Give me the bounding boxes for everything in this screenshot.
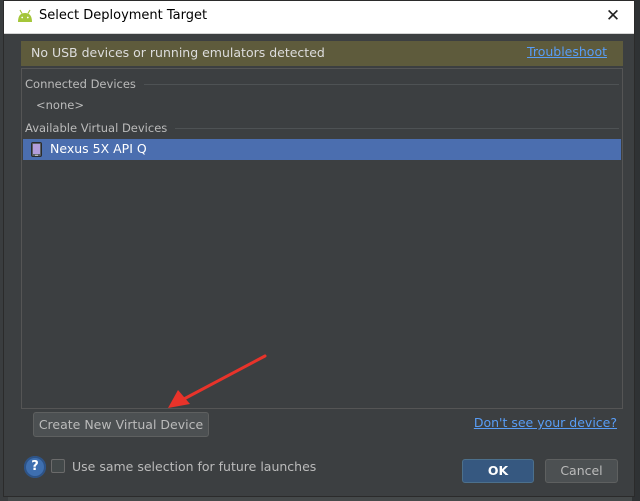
cancel-button[interactable]: Cancel <box>545 459 618 483</box>
device-row-nexus-5x-api-q[interactable]: Nexus 5X API Q <box>23 139 621 160</box>
available-virtual-devices-label: Available Virtual Devices <box>25 121 168 135</box>
section-divider <box>143 83 619 85</box>
connected-devices-none: <none> <box>36 98 84 112</box>
android-icon <box>18 9 32 22</box>
dont-see-your-device-link[interactable]: Don't see your device? <box>474 415 617 430</box>
device-list-panel: Connected Devices <none> Available Virtu… <box>21 68 623 409</box>
help-icon[interactable]: ? <box>24 456 46 478</box>
screen: Select Deployment Target ✕ No USB device… <box>0 0 640 501</box>
device-name: Nexus 5X API Q <box>50 141 147 156</box>
no-devices-banner: No USB devices or running emulators dete… <box>21 41 623 66</box>
create-new-virtual-device-button[interactable]: Create New Virtual Device <box>33 412 209 437</box>
available-virtual-devices-header: Available Virtual Devices <box>25 121 619 135</box>
connected-devices-label: Connected Devices <box>25 77 136 91</box>
close-icon[interactable]: ✕ <box>604 6 622 26</box>
select-deployment-target-dialog: Select Deployment Target ✕ No USB device… <box>3 0 635 497</box>
troubleshoot-link[interactable]: Troubleshoot <box>527 44 607 59</box>
dialog-title: Select Deployment Target <box>39 8 208 23</box>
remember-selection-checkbox[interactable] <box>51 459 65 473</box>
section-divider <box>175 127 619 129</box>
remember-selection-label[interactable]: Use same selection for future launches <box>72 459 316 474</box>
banner-message: No USB devices or running emulators dete… <box>31 45 325 60</box>
dialog-titlebar: Select Deployment Target ✕ <box>4 1 634 34</box>
ok-button[interactable]: OK <box>462 459 534 483</box>
phone-icon <box>31 142 42 157</box>
connected-devices-header: Connected Devices <box>25 77 619 91</box>
